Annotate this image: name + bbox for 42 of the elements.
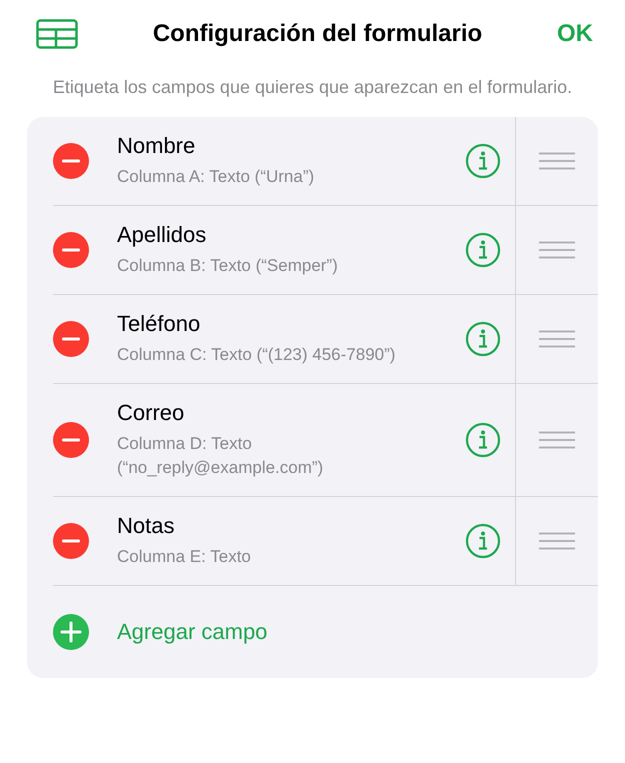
minus-icon <box>53 143 89 179</box>
field-detail: Columna E: Texto <box>117 546 252 568</box>
remove-button[interactable] <box>53 422 89 458</box>
drag-handle-icon[interactable] <box>539 330 575 348</box>
info-button[interactable] <box>465 523 501 559</box>
info-icon <box>465 321 501 357</box>
info-button[interactable] <box>465 321 501 357</box>
info-button[interactable] <box>465 232 501 268</box>
info-button[interactable] <box>465 143 501 179</box>
minus-icon <box>53 422 89 458</box>
info-icon <box>465 232 501 268</box>
sheet-title: Configuración del formulario <box>152 20 484 48</box>
remove-button[interactable] <box>53 523 89 559</box>
remove-button[interactable] <box>53 232 89 268</box>
info-icon <box>465 143 501 179</box>
field-name: Teléfono <box>117 311 202 337</box>
description-text: Etiqueta los campos que quieres que aparezcan en el formulario. <box>52 76 572 99</box>
drag-handle-icon[interactable] <box>539 152 575 170</box>
ok-button[interactable]: OK <box>557 20 593 48</box>
drag-handle-icon[interactable] <box>539 431 575 449</box>
remove-button[interactable] <box>53 143 89 179</box>
info-icon <box>465 523 501 559</box>
drag-handle-icon[interactable] <box>539 532 575 550</box>
info-icon <box>465 422 501 458</box>
field-detail: Columna C: Texto (“(123) 456-7890”) <box>117 344 396 366</box>
table-button[interactable] <box>36 19 78 49</box>
minus-icon <box>53 321 89 357</box>
table-icon <box>36 19 78 49</box>
field-detail: Columna D: Texto (“no_reply@example.com”) <box>117 433 324 479</box>
field-detail: Columna B: Texto (“Semper”) <box>117 255 339 277</box>
info-button[interactable] <box>465 422 501 458</box>
field-name: Correo <box>117 400 186 426</box>
field-name: Notas <box>117 513 176 539</box>
minus-icon <box>53 523 89 559</box>
field-name: Nombre <box>117 133 196 159</box>
add-field-button[interactable]: Agregar campo <box>117 619 268 645</box>
field-name: Apellidos <box>117 222 208 248</box>
add-icon[interactable] <box>53 614 89 650</box>
drag-handle-icon[interactable] <box>539 241 575 259</box>
minus-icon <box>53 232 89 268</box>
field-detail: Columna A: Texto (“Urna”) <box>117 166 316 188</box>
remove-button[interactable] <box>53 321 89 357</box>
